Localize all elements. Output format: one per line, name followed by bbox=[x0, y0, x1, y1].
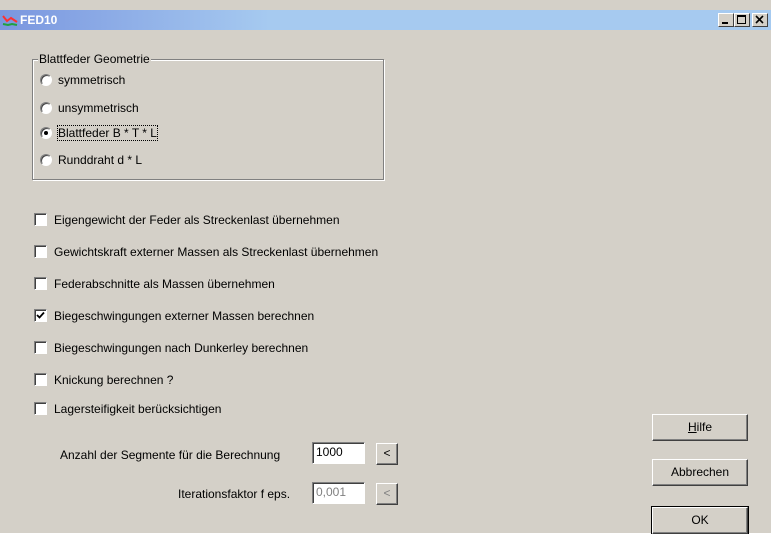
maximize-button[interactable] bbox=[734, 13, 750, 27]
geometry-group-label: Blattfeder Geometrie bbox=[38, 52, 151, 66]
help-label: ilfe bbox=[696, 420, 712, 434]
maximize-icon bbox=[737, 15, 746, 24]
checkbox-label: Gewichtskraft externer Massen als Streck… bbox=[54, 245, 379, 259]
window-title: FED10 bbox=[20, 13, 58, 27]
checkbox-label: Biegeschwingungen externer Massen berech… bbox=[54, 309, 315, 323]
checkbox-label: Eigengewicht der Feder als Streckenlast … bbox=[54, 213, 340, 227]
minimize-icon bbox=[722, 22, 728, 24]
radio-label: unsymmetrisch bbox=[58, 101, 139, 115]
checkbox-box[interactable] bbox=[34, 309, 47, 322]
checkbox-label: Lagersteifigkeit berücksichtigen bbox=[54, 402, 222, 416]
radio-indicator[interactable] bbox=[40, 154, 52, 166]
minimize-button[interactable] bbox=[718, 13, 734, 27]
help-button[interactable]: Hilfe bbox=[652, 414, 748, 441]
iteration-apply-button: < bbox=[376, 483, 398, 505]
checkbox-box[interactable] bbox=[34, 341, 47, 354]
checkmark-icon bbox=[36, 311, 45, 319]
close-icon bbox=[755, 15, 764, 24]
segments-label: Anzahl der Segmente für die Berechnung bbox=[60, 448, 281, 462]
checkbox-label: Biegeschwingungen nach Dunkerley berechn… bbox=[54, 341, 309, 355]
dialog-client-area: Blattfeder Geometrie symmetrisch unsymme… bbox=[0, 30, 771, 534]
dialog-window: FED10 Blattfeder Geometrie symmetrisch u… bbox=[0, 0, 771, 534]
radio-indicator[interactable] bbox=[40, 102, 52, 114]
close-button[interactable] bbox=[752, 13, 768, 27]
help-mnemonic: H bbox=[687, 420, 697, 434]
radio-indicator[interactable] bbox=[40, 127, 52, 139]
radio-selected-dot bbox=[44, 131, 48, 135]
title-bar[interactable]: FED10 bbox=[0, 10, 771, 30]
app-icon bbox=[2, 15, 18, 27]
radio-label: Blattfeder B * T * L bbox=[57, 125, 158, 141]
iteration-label: Iterationsfaktor f eps. bbox=[178, 487, 291, 501]
checkbox-box[interactable] bbox=[34, 277, 47, 290]
checkbox-box[interactable] bbox=[34, 213, 47, 226]
checkbox-box[interactable] bbox=[34, 245, 47, 258]
checkbox-box[interactable] bbox=[34, 373, 47, 386]
cancel-button[interactable]: Abbrechen bbox=[652, 459, 748, 486]
checkbox-label: Knickung berechnen ? bbox=[54, 373, 174, 387]
segments-apply-button[interactable]: < bbox=[376, 443, 398, 465]
checkbox-label: Federabschnitte als Massen übernehmen bbox=[54, 277, 275, 291]
radio-label: symmetrisch bbox=[58, 73, 126, 87]
segments-input[interactable]: 1000 bbox=[312, 442, 365, 464]
iteration-input: 0,001 bbox=[312, 482, 365, 504]
checkbox-box[interactable] bbox=[34, 402, 47, 415]
ok-button[interactable]: OK bbox=[651, 506, 749, 534]
radio-label: Runddraht d * L bbox=[58, 153, 143, 167]
radio-indicator[interactable] bbox=[40, 74, 52, 86]
